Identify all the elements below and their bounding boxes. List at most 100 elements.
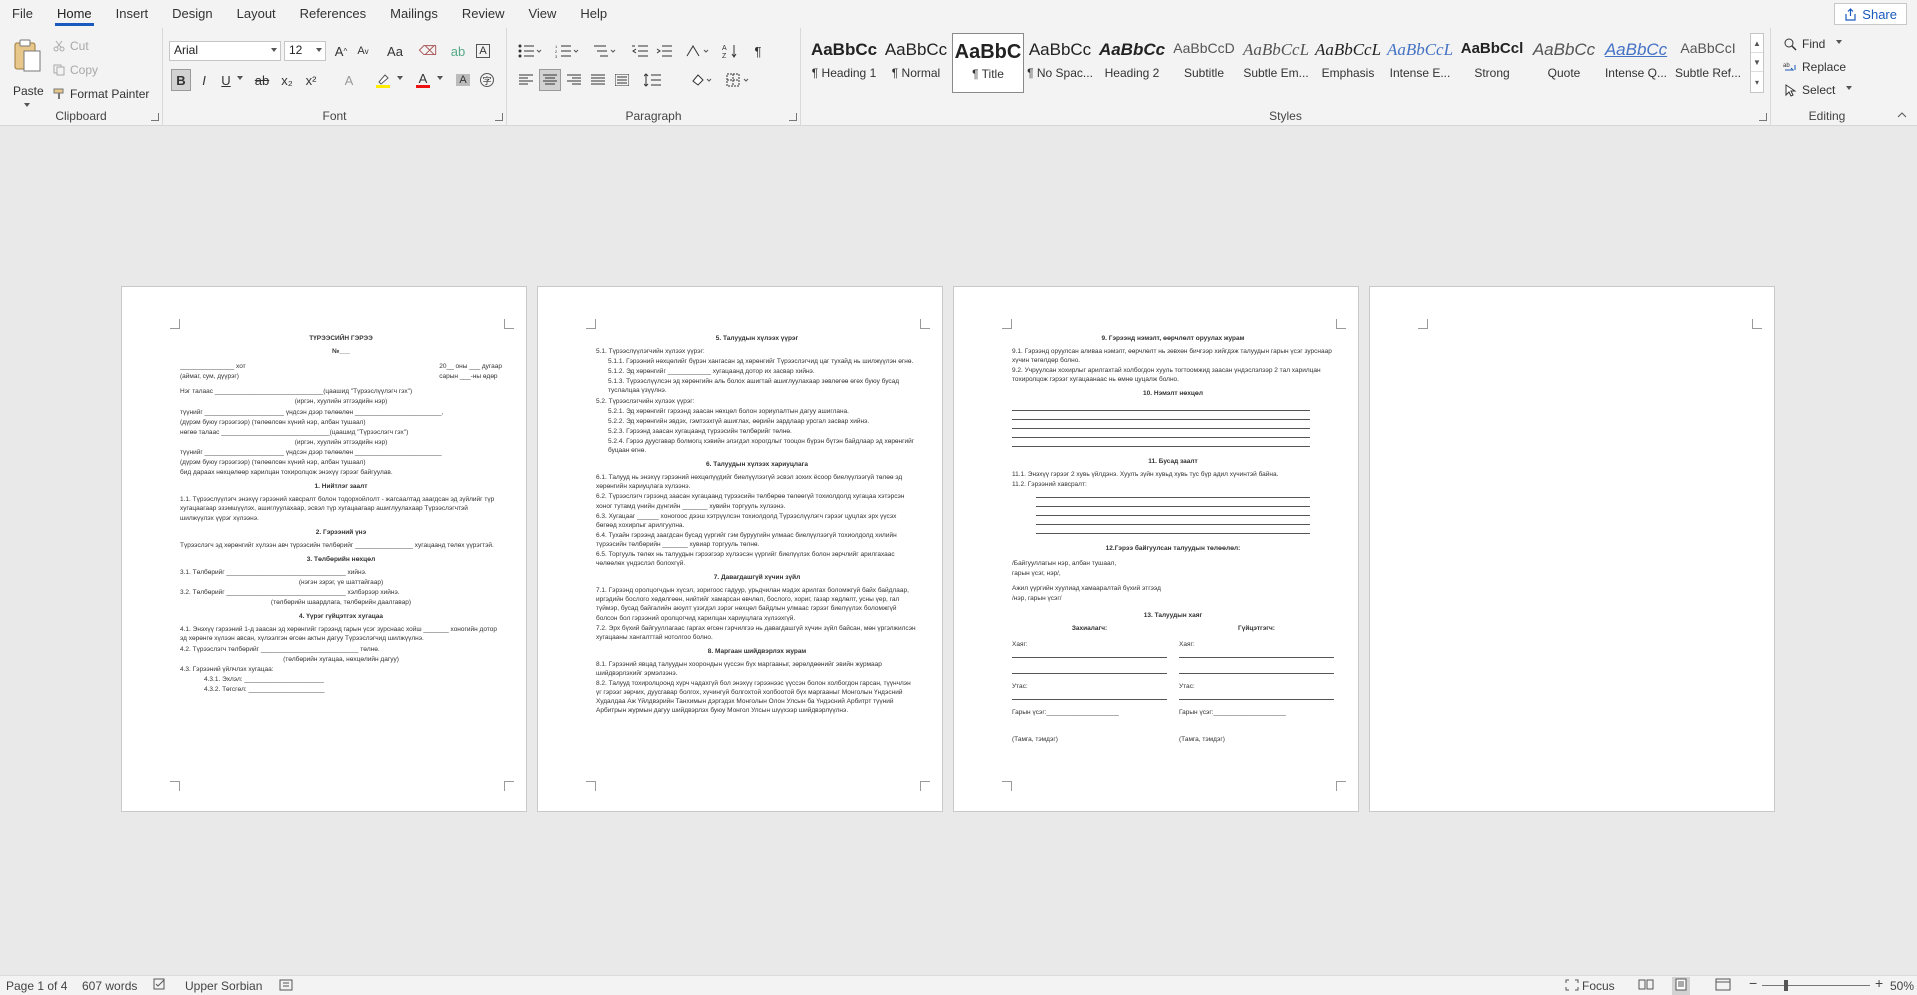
font-size-box[interactable]: 12 xyxy=(284,41,326,61)
page-4[interactable] xyxy=(1369,286,1775,812)
superscript-button[interactable]: x² xyxy=(301,69,321,91)
tab-home[interactable]: Home xyxy=(45,0,104,28)
style-heading-1[interactable]: AaBbCc ¶ Heading 1 xyxy=(808,33,880,93)
page-1-text[interactable]: ТҮРЭЭСИЙН ГЭРЭЭ №___ _______________ хот… xyxy=(180,329,502,781)
align-right-icon[interactable] xyxy=(563,69,585,91)
page-2-text[interactable]: 5. Талуудын хүлээх үүрэг 5.1. Түрээслүүл… xyxy=(596,329,918,781)
grow-font-icon[interactable]: A ^ xyxy=(331,40,351,62)
change-case-icon[interactable]: Aa xyxy=(380,40,410,62)
tab-insert[interactable]: Insert xyxy=(104,0,161,28)
style-subtitle[interactable]: AaBbCcD Subtitle xyxy=(1168,33,1240,93)
style-subtle-reference[interactable]: AaBbCcI Subtle Ref... xyxy=(1672,33,1744,93)
bullets-icon[interactable] xyxy=(515,40,545,62)
find-label[interactable]: Find xyxy=(1802,37,1825,51)
gallery-more-icon[interactable]: ▾ xyxy=(1751,72,1763,92)
distributed-icon[interactable] xyxy=(611,69,633,91)
styles-launcher-icon[interactable] xyxy=(1759,113,1767,121)
style-emphasis[interactable]: AaBbCcL Emphasis xyxy=(1312,33,1384,93)
cut-icon[interactable] xyxy=(52,35,66,57)
borders-icon[interactable] xyxy=(723,69,755,91)
collapse-ribbon-icon[interactable] xyxy=(1895,108,1909,122)
focus-icon[interactable] xyxy=(1565,979,1579,994)
style-strong[interactable]: AaBbCcl Strong xyxy=(1456,33,1528,93)
font-name-box[interactable]: Arial xyxy=(169,41,281,61)
increase-indent-icon[interactable] xyxy=(653,40,675,62)
select-dropdown-icon[interactable] xyxy=(1844,83,1854,93)
read-mode-icon[interactable] xyxy=(1638,978,1654,994)
enclose-characters-icon[interactable]: 字 xyxy=(477,69,497,91)
strikethrough-button[interactable]: ab xyxy=(251,69,273,91)
page-1[interactable]: ТҮРЭЭСИЙН ГЭРЭЭ №___ _______________ хот… xyxy=(121,286,527,812)
proofing-icon[interactable] xyxy=(153,978,167,994)
style-title[interactable]: AaBbC ¶ Title xyxy=(952,33,1024,93)
numbering-icon[interactable]: 123 xyxy=(552,40,582,62)
tab-references[interactable]: References xyxy=(288,0,378,28)
style-normal[interactable]: AaBbCc ¶ Normal xyxy=(880,33,952,93)
paste-icon[interactable] xyxy=(8,34,46,78)
asian-layout-icon[interactable] xyxy=(682,40,714,62)
accessibility-icon[interactable] xyxy=(279,979,293,994)
highlight-icon[interactable] xyxy=(373,69,393,91)
zoom-level[interactable]: 50% xyxy=(1890,979,1914,993)
format-painter-label[interactable]: Format Painter xyxy=(70,87,149,101)
style-quote[interactable]: AaBbCc Quote xyxy=(1528,33,1600,93)
page-2[interactable]: 5. Талуудын хүлээх үүрэг 5.1. Түрээслүүл… xyxy=(537,286,943,812)
replace-icon[interactable]: ab xyxy=(1782,56,1798,78)
multilevel-list-icon[interactable] xyxy=(589,40,619,62)
copy-icon[interactable] xyxy=(52,59,66,81)
underline-dropdown-icon[interactable] xyxy=(235,73,245,83)
format-painter-icon[interactable] xyxy=(52,83,66,105)
page-3-text[interactable]: 9. Гэрээнд нэмэлт, өөрчлөлт оруулах жура… xyxy=(1012,329,1334,781)
gallery-down-icon[interactable]: ▼ xyxy=(1751,53,1763,72)
page-3[interactable]: 9. Гэрээнд нэмэлт, өөрчлөлт оруулах жура… xyxy=(953,286,1359,812)
shrink-font-icon[interactable]: Av xyxy=(353,40,373,62)
style-heading-2[interactable]: AaBbCc Heading 2 xyxy=(1096,33,1168,93)
tab-review[interactable]: Review xyxy=(450,0,517,28)
subscript-button[interactable]: x₂ xyxy=(277,69,297,91)
page-count[interactable]: Page 1 of 4 xyxy=(6,979,67,993)
font-color-dropdown-icon[interactable] xyxy=(435,73,445,83)
select-icon[interactable] xyxy=(1782,79,1798,101)
find-icon[interactable] xyxy=(1782,33,1798,55)
paste-label[interactable]: Paste xyxy=(13,84,44,98)
gallery-up-icon[interactable]: ▲ xyxy=(1751,34,1763,53)
font-launcher-icon[interactable] xyxy=(495,113,503,121)
focus-label[interactable]: Focus xyxy=(1582,979,1615,993)
zoom-in-icon[interactable]: + xyxy=(1875,975,1883,991)
phonetic-guide-icon[interactable]: ab xyxy=(448,40,468,62)
cut-label[interactable]: Cut xyxy=(70,39,89,53)
bold-button[interactable]: B xyxy=(171,69,191,91)
tab-design[interactable]: Design xyxy=(160,0,224,28)
text-effects-icon[interactable]: A xyxy=(339,69,359,91)
align-center-icon[interactable] xyxy=(539,69,561,91)
style-intense-emphasis[interactable]: AaBbCcL Intense E... xyxy=(1384,33,1456,93)
web-layout-icon[interactable] xyxy=(1715,978,1731,994)
font-name-dropdown-icon[interactable] xyxy=(271,48,277,52)
sort-icon[interactable]: AZ xyxy=(719,40,741,62)
document-canvas[interactable]: ТҮРЭЭСИЙН ГЭРЭЭ №___ _______________ хот… xyxy=(0,127,1917,975)
tab-help[interactable]: Help xyxy=(568,0,619,28)
justify-icon[interactable] xyxy=(587,69,609,91)
styles-gallery-scroll[interactable]: ▲ ▼ ▾ xyxy=(1750,33,1764,93)
zoom-slider-thumb[interactable] xyxy=(1784,980,1788,991)
select-label[interactable]: Select xyxy=(1802,83,1835,97)
clipboard-launcher-icon[interactable] xyxy=(151,113,159,121)
tab-view[interactable]: View xyxy=(516,0,568,28)
style-no-spacing[interactable]: AaBbCc ¶ No Spac... xyxy=(1024,33,1096,93)
copy-label[interactable]: Copy xyxy=(70,63,98,77)
tab-file[interactable]: File xyxy=(0,0,45,28)
paragraph-launcher-icon[interactable] xyxy=(789,113,797,121)
align-left-icon[interactable] xyxy=(515,69,537,91)
print-layout-icon[interactable] xyxy=(1672,977,1690,995)
underline-button[interactable]: U xyxy=(217,69,235,91)
style-subtle-emphasis[interactable]: AaBbCcL Subtle Em... xyxy=(1240,33,1312,93)
tab-layout[interactable]: Layout xyxy=(225,0,288,28)
replace-label[interactable]: Replace xyxy=(1802,60,1846,74)
font-color-icon[interactable]: A xyxy=(413,69,433,91)
tab-mailings[interactable]: Mailings xyxy=(378,0,450,28)
style-intense-quote[interactable]: AaBbCc Intense Q... xyxy=(1600,33,1672,93)
clear-formatting-icon[interactable]: ⌫ xyxy=(418,40,438,62)
character-shading-icon[interactable]: A xyxy=(453,69,473,91)
shading-icon[interactable] xyxy=(687,69,717,91)
find-dropdown-icon[interactable] xyxy=(1834,37,1844,47)
